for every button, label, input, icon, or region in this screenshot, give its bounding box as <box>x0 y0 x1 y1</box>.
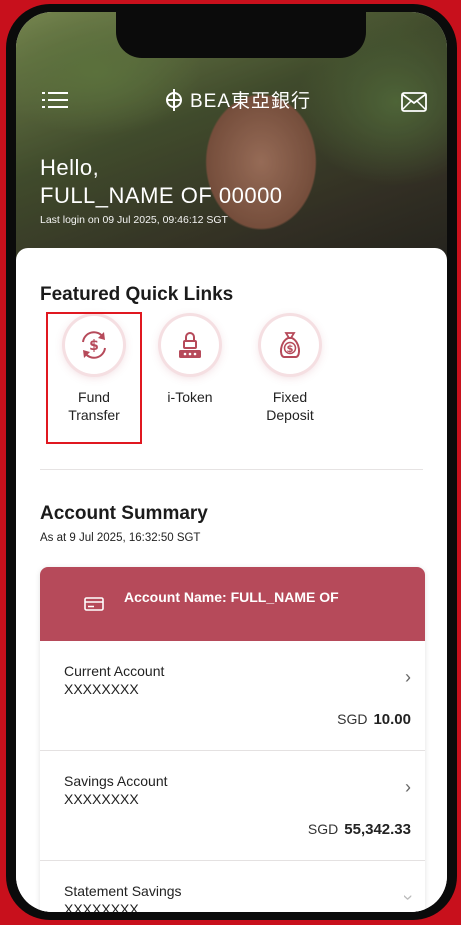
i-token-circle <box>161 316 219 374</box>
account-balance: SGD 55,342.33 <box>308 821 411 838</box>
fixed-deposit-label-1: Fixed <box>272 389 308 405</box>
chevron-right-icon: › <box>405 777 411 797</box>
last-login-text: Last login on 09 Jul 2025, 09:46:12 SGT <box>40 214 228 226</box>
balance-currency: SGD <box>307 821 339 837</box>
account-row-current[interactable]: Current Account XXXXXXXX › SGD 10.00 <box>40 641 425 751</box>
money-bag-icon: $ <box>279 332 301 358</box>
account-row-statement-savings[interactable]: Statement Savings XXXXXXXX › <box>40 861 425 912</box>
mail-icon[interactable] <box>401 92 427 112</box>
account-name-header[interactable]: Account Name: FULL_NAME OF <box>40 567 425 641</box>
balance-currency: SGD <box>337 711 368 727</box>
account-row-savings[interactable]: Savings Account XXXXXXXX › SGD 55,342.33 <box>40 751 425 861</box>
account-type: Savings Account <box>64 773 168 789</box>
balance-amount: 10.00 <box>373 711 411 728</box>
account-summary-title: Account Summary <box>40 503 208 524</box>
account-name-label: Account Name: FULL_NAME OF <box>124 589 339 605</box>
account-type: Statement Savings <box>64 883 182 899</box>
section-divider <box>40 469 423 470</box>
account-list: Account Name: FULL_NAME OF Current Accou… <box>40 567 425 912</box>
token-lock-icon <box>179 332 201 358</box>
fixed-deposit-circle: $ <box>261 316 319 374</box>
chevron-right-icon: › <box>405 667 411 687</box>
phone-notch <box>116 12 366 58</box>
user-name: FULL_NAME OF 00000 <box>40 183 283 208</box>
account-type: Current Account <box>64 663 165 679</box>
greeting-text: Hello, <box>40 155 100 180</box>
phone-frame: BEA東亞銀行 Hello, FULL_NAME OF 00000 Last l… <box>6 4 457 920</box>
account-number: XXXXXXXX <box>64 901 139 912</box>
fixed-deposit-label-2: Deposit <box>266 407 314 423</box>
as-at-timestamp: As at 9 Jul 2025, 16:32:50 SGT <box>40 532 201 544</box>
app-screen: BEA東亞銀行 Hello, FULL_NAME OF 00000 Last l… <box>16 12 447 912</box>
quick-link-fixed-deposit[interactable]: $ Fixed Deposit <box>242 316 338 424</box>
greeting-block: Hello, FULL_NAME OF 00000 <box>40 154 283 210</box>
account-number: XXXXXXXX <box>64 791 139 807</box>
bea-logo: BEA東亞銀行 <box>164 86 311 113</box>
account-number: XXXXXXXX <box>64 681 139 697</box>
account-balance: SGD 10.00 <box>337 711 411 728</box>
svg-text:$: $ <box>287 344 294 355</box>
i-token-label: i-Token <box>167 389 213 405</box>
bea-logo-icon <box>166 88 182 111</box>
credit-card-icon <box>84 597 104 611</box>
balance-amount: 55,342.33 <box>344 821 411 838</box>
main-card: Featured Quick Links $ Fund Transfer i-T… <box>16 248 447 912</box>
chevron-down-icon: › <box>398 894 419 901</box>
logo-text: BEA東亞銀行 <box>190 91 312 112</box>
quick-link-i-token[interactable]: i-Token <box>142 316 238 406</box>
quick-links-title: Featured Quick Links <box>40 284 234 305</box>
menu-icon[interactable] <box>42 88 68 112</box>
fund-transfer-highlight-box <box>46 312 142 444</box>
